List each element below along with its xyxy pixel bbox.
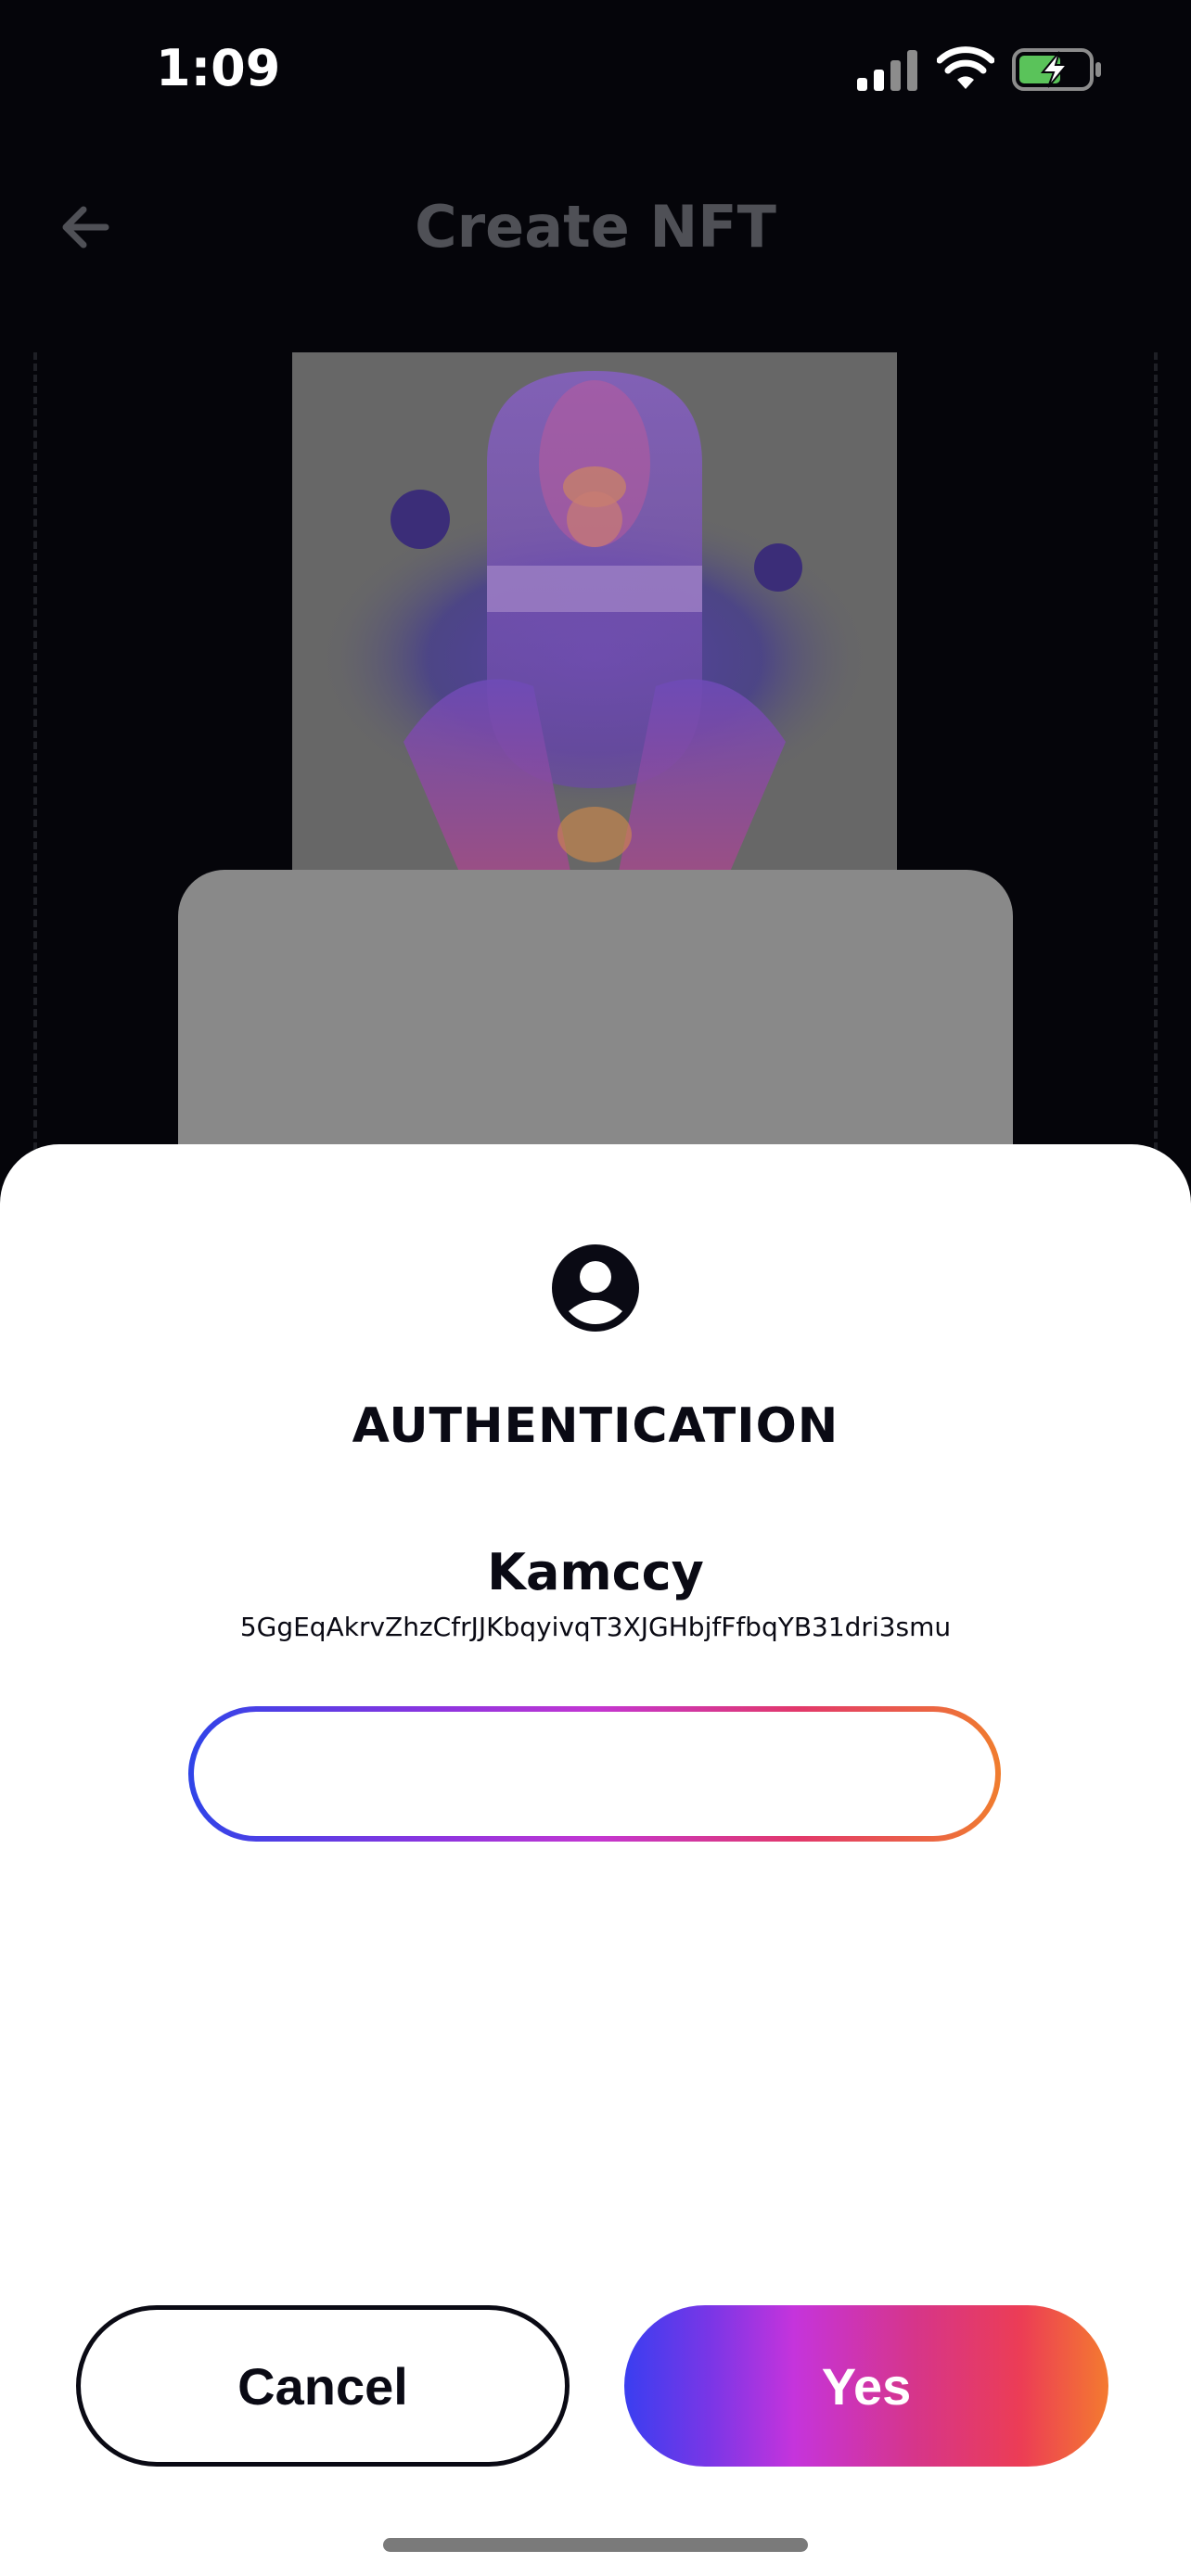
home-indicator [383, 2538, 808, 2552]
password-input[interactable] [194, 1712, 995, 1836]
wifi-icon [937, 46, 994, 89]
status-bar: 1:09 [0, 0, 1191, 139]
user-circle-icon [552, 1244, 639, 1332]
nft-details-card [178, 870, 1013, 1185]
yes-button[interactable]: Yes [624, 2305, 1108, 2467]
modal-title: AUTHENTICATION [352, 1398, 839, 1454]
screen: 1:09 Create NFT AUTHENTICATION Kamccy 5G… [0, 0, 1191, 2576]
cancel-button[interactable]: Cancel [76, 2305, 570, 2467]
upload-frame-right-border [1154, 352, 1158, 1150]
password-field-frame [188, 1706, 1001, 1842]
account-address: 5GgEqAkrvZhzCfrJJKbqyivqT3XJGHbjfFfbqYB3… [239, 1612, 952, 1642]
nft-preview-image [292, 352, 897, 874]
upload-frame-left-border [33, 352, 37, 1150]
status-time: 1:09 [156, 39, 281, 97]
battery-charging-icon [1012, 48, 1101, 91]
account-name: Kamccy [487, 1543, 704, 1601]
page-title: Create NFT [415, 193, 776, 261]
signal-icon [857, 50, 917, 91]
